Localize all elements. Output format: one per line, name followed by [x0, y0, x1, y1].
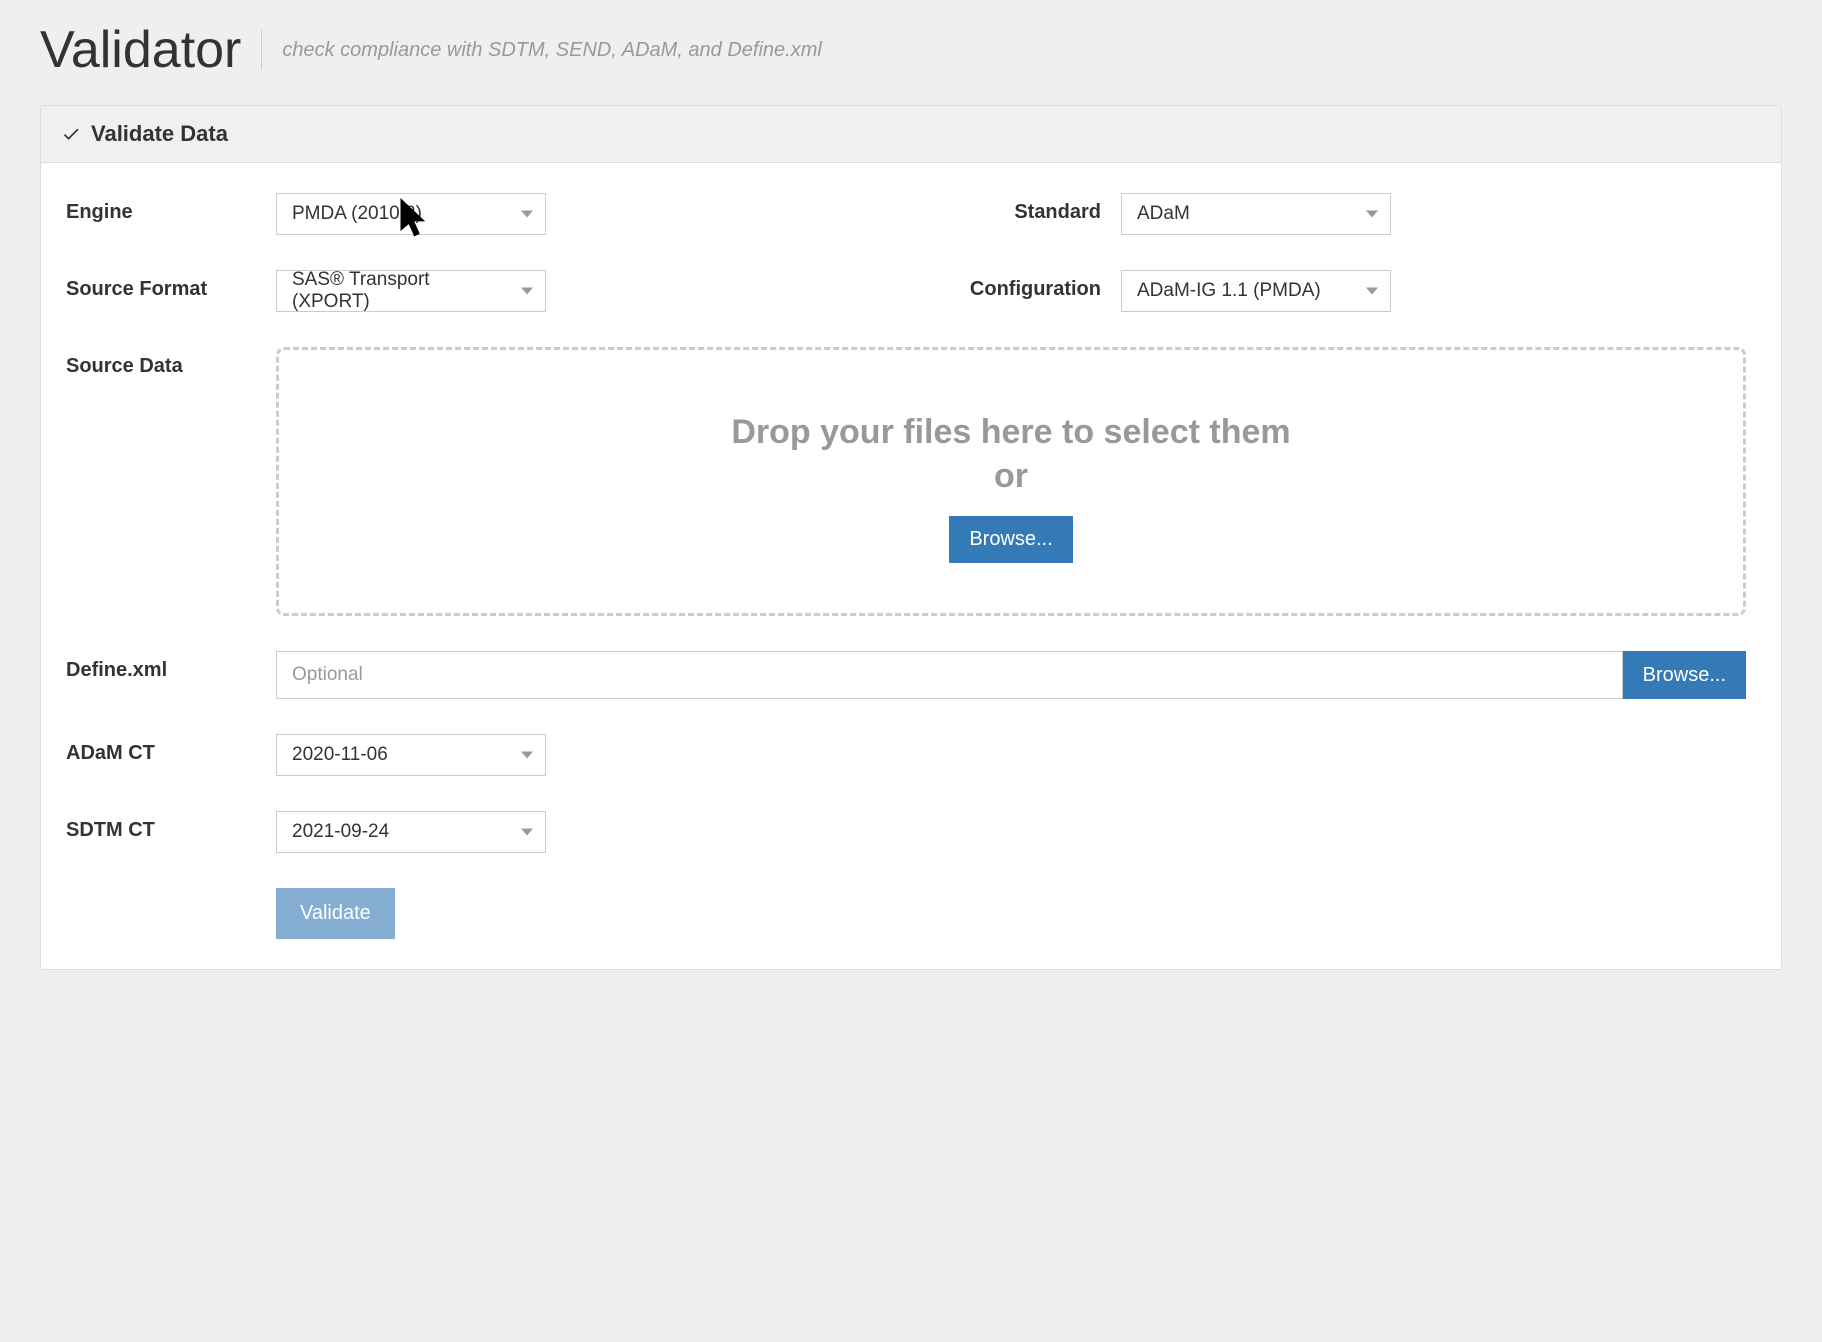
chevron-down-icon	[521, 288, 533, 295]
chevron-down-icon	[1366, 211, 1378, 218]
adam-ct-select[interactable]: 2020-11-06	[276, 734, 546, 776]
engine-label: Engine	[66, 193, 276, 224]
configuration-value: ADaM-IG 1.1 (PMDA)	[1137, 280, 1321, 302]
source-format-label: Source Format	[66, 270, 276, 301]
sdtm-ct-label: SDTM CT	[66, 811, 276, 842]
adam-ct-label: ADaM CT	[66, 734, 276, 765]
source-format-value: SAS® Transport (XPORT)	[292, 269, 505, 313]
panel-title: Validate Data	[91, 121, 228, 147]
sdtm-ct-value: 2021-09-24	[292, 821, 389, 843]
configuration-label: Configuration	[911, 270, 1121, 301]
validate-button[interactable]: Validate	[276, 888, 395, 939]
source-data-label: Source Data	[66, 347, 276, 378]
dropzone-text-line1: Drop your files here to select them	[299, 410, 1723, 454]
header-divider	[261, 30, 262, 70]
configuration-select[interactable]: ADaM-IG 1.1 (PMDA)	[1121, 270, 1391, 312]
page-subtitle: check compliance with SDTM, SEND, ADaM, …	[282, 39, 821, 62]
validate-panel: Validate Data Engine PMDA (2010.2) Stand…	[40, 105, 1782, 970]
chevron-down-icon	[521, 211, 533, 218]
adam-ct-value: 2020-11-06	[292, 744, 388, 766]
page-title: Validator	[40, 20, 261, 80]
dropzone-text-line2: or	[299, 454, 1723, 498]
chevron-down-icon	[521, 829, 533, 836]
define-xml-input[interactable]	[276, 651, 1623, 699]
define-xml-label: Define.xml	[66, 651, 276, 682]
engine-value: PMDA (2010.2)	[292, 203, 422, 225]
standard-label: Standard	[911, 193, 1121, 224]
source-data-dropzone[interactable]: Drop your files here to select them or B…	[276, 347, 1746, 616]
standard-select[interactable]: ADaM	[1121, 193, 1391, 235]
sdtm-ct-select[interactable]: 2021-09-24	[276, 811, 546, 853]
standard-value: ADaM	[1137, 203, 1190, 225]
chevron-down-icon	[1366, 288, 1378, 295]
browse-files-button[interactable]: Browse...	[949, 516, 1072, 563]
source-format-select[interactable]: SAS® Transport (XPORT)	[276, 270, 546, 312]
engine-select[interactable]: PMDA (2010.2)	[276, 193, 546, 235]
check-icon	[61, 124, 81, 144]
panel-header: Validate Data	[41, 106, 1781, 163]
define-xml-browse-button[interactable]: Browse...	[1623, 651, 1746, 699]
chevron-down-icon	[521, 752, 533, 759]
